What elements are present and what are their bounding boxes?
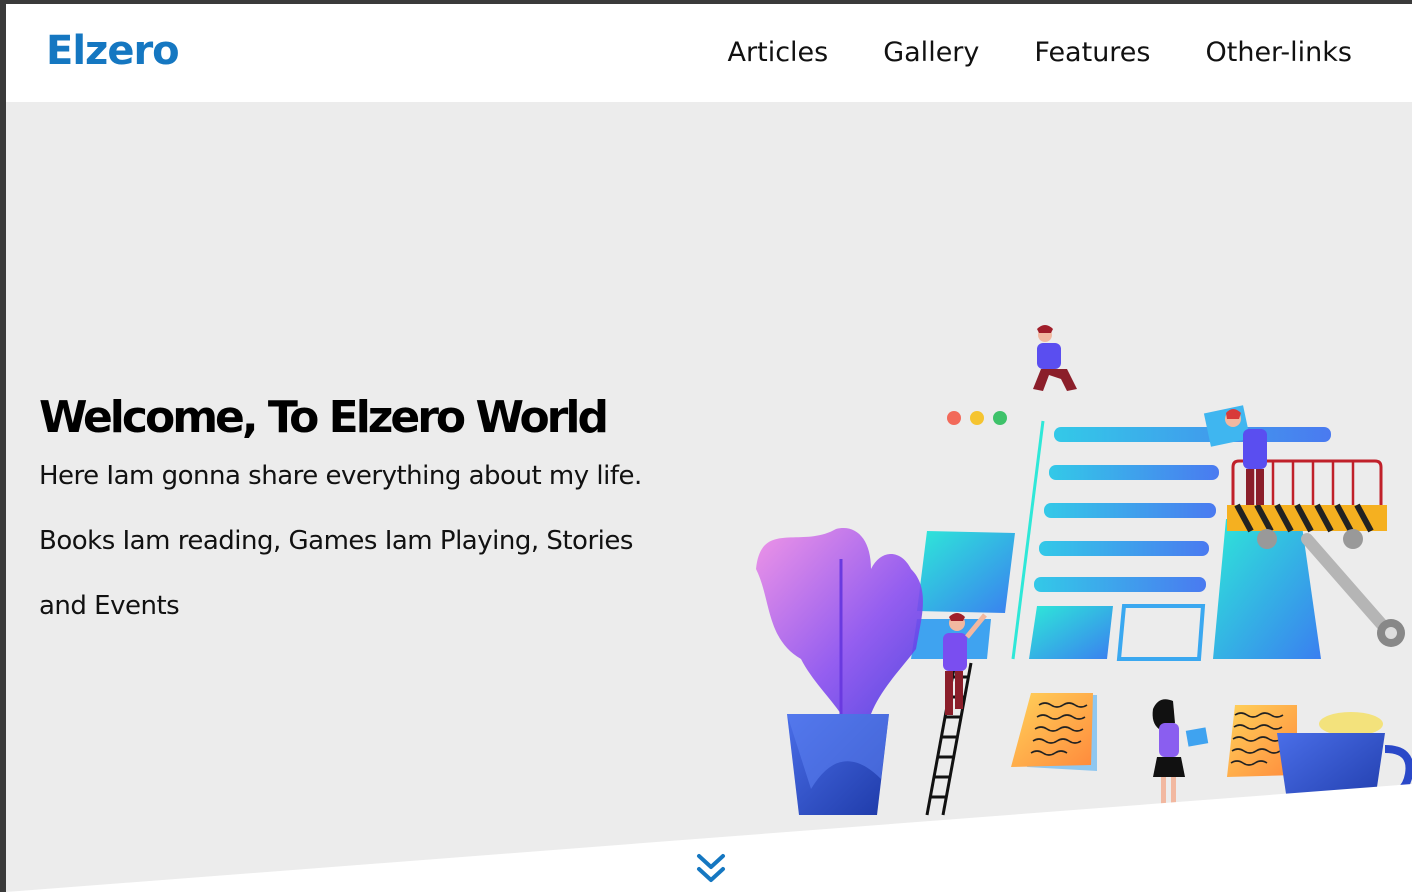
nav-link-features[interactable]: Features bbox=[1034, 4, 1150, 102]
page: Elzero Articles Gallery Features Other-l… bbox=[6, 4, 1412, 892]
hero-text: Welcome, To Elzero World Here Iam gonna … bbox=[39, 386, 659, 639]
site-header: Elzero Articles Gallery Features Other-l… bbox=[6, 4, 1412, 102]
nav-link-other-links[interactable]: Other-links bbox=[1206, 4, 1353, 102]
double-chevron-down-icon[interactable] bbox=[696, 852, 726, 888]
nav-link-articles[interactable]: Articles bbox=[728, 4, 829, 102]
hero-title: Welcome, To Elzero World bbox=[39, 392, 609, 443]
logo[interactable]: Elzero bbox=[46, 28, 180, 74]
hero-description: Here Iam gonna share everything about my… bbox=[39, 461, 642, 621]
nav-link-gallery[interactable]: Gallery bbox=[883, 4, 979, 102]
team-building-website-illustration bbox=[756, 325, 1412, 816]
main-nav: Articles Gallery Features Other-links bbox=[728, 4, 1412, 102]
